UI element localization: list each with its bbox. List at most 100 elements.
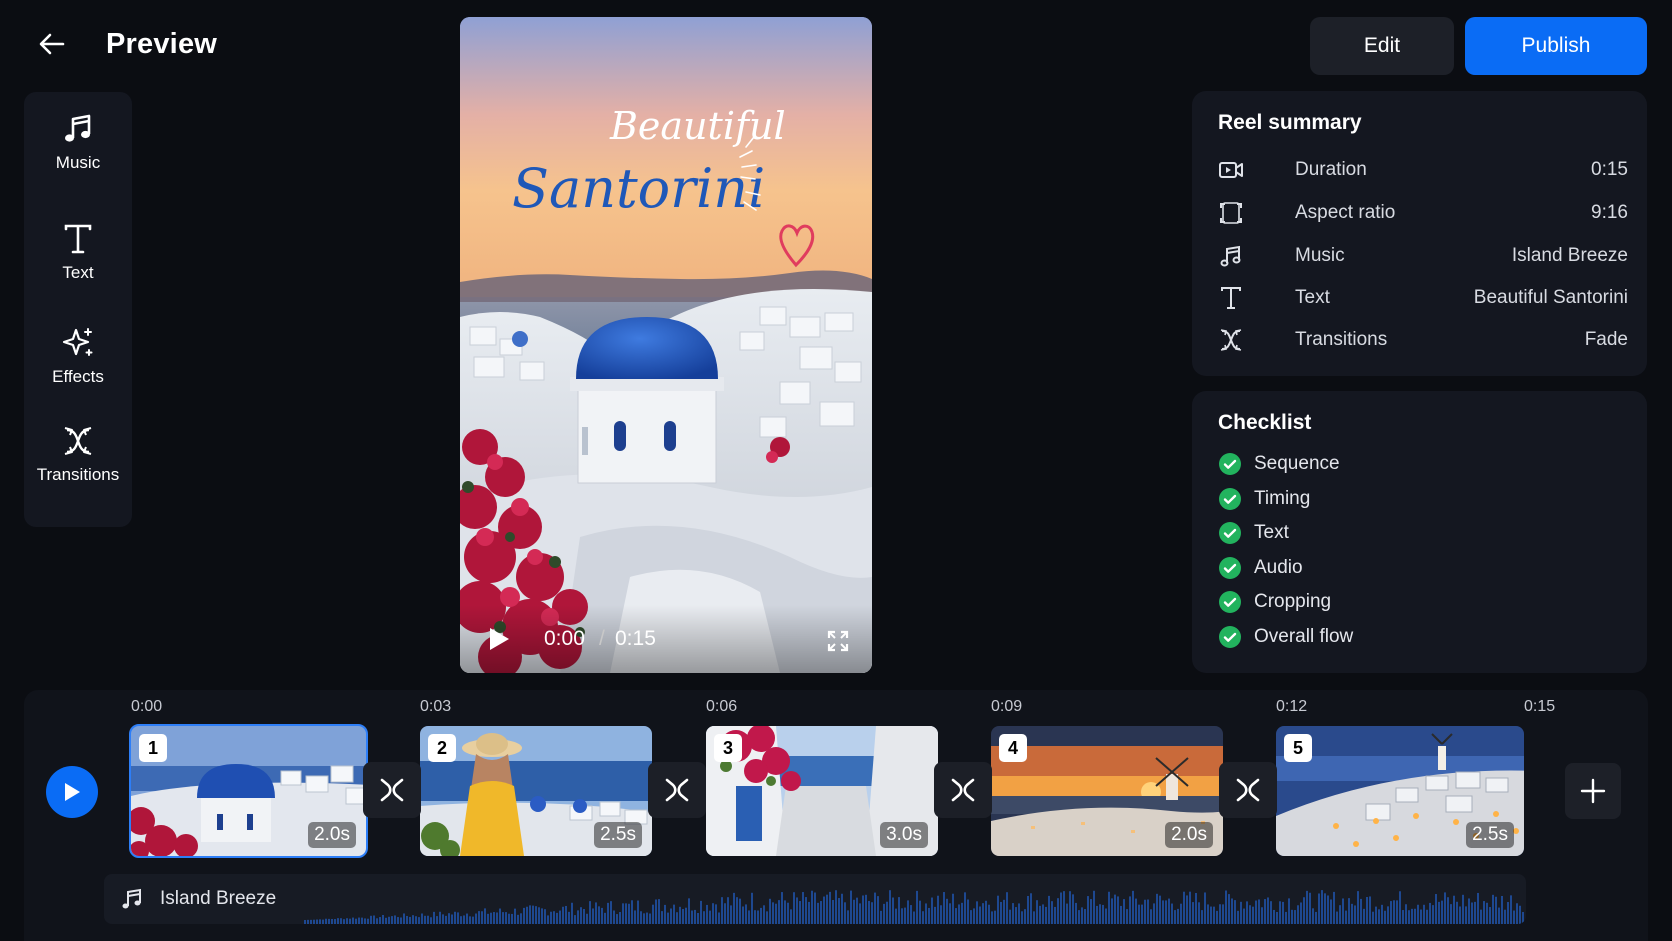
reel-summary-title: Reel summary: [1218, 111, 1362, 134]
check-circle-icon: [1219, 625, 1241, 648]
timeline-tick-label: 0:06: [706, 698, 738, 715]
edit-button[interactable]: Edit: [1310, 17, 1454, 75]
transition-button[interactable]: [934, 762, 992, 818]
timeline-tick-label: 0:12: [1276, 698, 1308, 715]
add-clip-button[interactable]: [1565, 763, 1621, 819]
play-icon[interactable]: [486, 625, 512, 653]
summary-label: Music: [1295, 245, 1345, 266]
video-preview[interactable]: Beautiful Santorini 0:00 / 0:15: [460, 17, 872, 673]
timeline-clip[interactable]: 5 2.5s: [1276, 726, 1524, 856]
tool-label-music: Music: [55, 153, 101, 172]
checklist-title: Checklist: [1218, 411, 1312, 434]
transition-icon: [380, 778, 404, 802]
play-icon: [65, 783, 80, 801]
time-separator: /: [599, 627, 605, 650]
summary-label: Transitions: [1295, 329, 1388, 350]
clip-duration: 2.5s: [594, 822, 642, 848]
clip-number-badge: 2: [428, 734, 456, 762]
summary-value: Fade: [1584, 329, 1628, 350]
music-icon: [1220, 245, 1241, 267]
video-camera-icon: [1219, 162, 1243, 178]
music-icon: [65, 114, 91, 142]
timeline-tick-label: 0:00: [131, 698, 163, 715]
check-circle-icon: [1219, 522, 1241, 544]
audio-track[interactable]: Island Breeze: [104, 874, 1526, 924]
summary-value: 0:15: [1591, 159, 1628, 180]
check-circle-icon: [1219, 591, 1241, 613]
checklist-item-label: Cropping: [1254, 591, 1332, 612]
checklist-item-label: Audio: [1254, 556, 1303, 578]
timeline-clip[interactable]: 3 3.0s: [706, 726, 938, 856]
tool-music[interactable]: Music: [24, 94, 132, 190]
transition-icon: [1236, 778, 1260, 802]
tool-transitions[interactable]: Transitions: [24, 406, 132, 502]
text-icon: [1221, 287, 1241, 309]
checklist-item: Overall flow: [1218, 624, 1353, 650]
checklist-item: Sequence: [1218, 451, 1340, 477]
summary-row-aspect-ratio: Aspect ratio 9:16: [1218, 198, 1628, 228]
overlay-title-line1: Beautiful: [609, 104, 786, 148]
clip-number-badge: 1: [139, 734, 167, 762]
audio-waveform: [304, 890, 1524, 924]
summary-value: 9:16: [1591, 202, 1628, 223]
clip-number-badge: 3: [714, 734, 742, 762]
check-circle-icon: [1219, 487, 1241, 510]
tool-panel: Music Text Effects Transitions: [24, 92, 132, 527]
checklist-item: Audio: [1218, 555, 1303, 581]
current-time: 0:00: [544, 627, 585, 650]
timeline-tick-label: 0:15: [1524, 698, 1556, 715]
sparkle-icon: [62, 328, 93, 356]
summary-label: Aspect ratio: [1295, 202, 1396, 223]
clip-number-badge: 5: [1284, 734, 1312, 762]
tool-effects[interactable]: Effects: [24, 308, 132, 404]
aspect-ratio-icon: [1220, 202, 1242, 224]
overlay-title-line2: Santorini: [512, 157, 765, 220]
back-button[interactable]: [34, 26, 70, 62]
page-title: Preview: [106, 28, 218, 60]
clip-duration: 3.0s: [880, 822, 928, 848]
checklist-card: Checklist Sequence Timing Text Audio Croppin…: [1192, 391, 1647, 673]
video-controls: 0:00 / 0:15: [460, 605, 872, 673]
transition-icon: [951, 778, 975, 802]
timeline-play-button[interactable]: [46, 766, 98, 818]
audio-track-name: Island Breeze: [160, 888, 277, 909]
transition-button[interactable]: [648, 762, 706, 818]
timeline-tick-label: 0:03: [420, 698, 452, 715]
checklist-item-label: Text: [1254, 522, 1289, 543]
transitions-icon: [1220, 329, 1242, 351]
total-time: 0:15: [615, 627, 656, 650]
clip-duration: 2.0s: [1165, 822, 1213, 848]
transition-button[interactable]: [363, 762, 421, 818]
transitions-icon: [64, 427, 92, 455]
text-icon: [64, 224, 92, 254]
timeline-clip[interactable]: 1 2.0s: [129, 724, 368, 858]
clip-duration: 2.5s: [1466, 822, 1514, 848]
check-circle-icon: [1219, 556, 1241, 579]
music-icon: [122, 888, 141, 909]
summary-row-music: Music Island Breeze: [1218, 241, 1628, 271]
checklist-item-label: Timing: [1254, 487, 1311, 509]
tool-label-transitions: Transitions: [36, 465, 120, 484]
timeline-tick-label: 0:09: [991, 698, 1023, 715]
checklist-item-label: Sequence: [1254, 453, 1340, 474]
tool-label-text: Text: [62, 263, 94, 282]
clip-number-badge: 4: [999, 734, 1027, 762]
reel-summary-card: Reel summary Duration 0:15 Aspect ratio …: [1192, 91, 1647, 376]
checklist-item: Cropping: [1218, 589, 1331, 615]
fullscreen-icon[interactable]: [826, 629, 850, 653]
transition-button[interactable]: [1219, 762, 1277, 818]
timeline-clip[interactable]: 4 2.0s: [991, 726, 1223, 856]
plus-icon: [1580, 778, 1606, 804]
timeline-clip[interactable]: 2 2.5s: [420, 726, 652, 856]
summary-value: Island Breeze: [1511, 245, 1628, 266]
arrow-left-icon: [39, 33, 65, 55]
summary-value: Beautiful Santorini: [1473, 287, 1628, 308]
tool-label-effects: Effects: [52, 367, 104, 386]
publish-button[interactable]: Publish: [1465, 17, 1647, 75]
checklist-item: Text: [1218, 520, 1289, 546]
checklist-item-label: Overall flow: [1254, 625, 1354, 647]
santorini-scene-image: Beautiful Santorini: [460, 17, 872, 673]
clip-duration: 2.0s: [308, 822, 356, 848]
summary-row-transitions: Transitions Fade: [1218, 325, 1628, 355]
tool-text[interactable]: Text: [24, 204, 132, 300]
